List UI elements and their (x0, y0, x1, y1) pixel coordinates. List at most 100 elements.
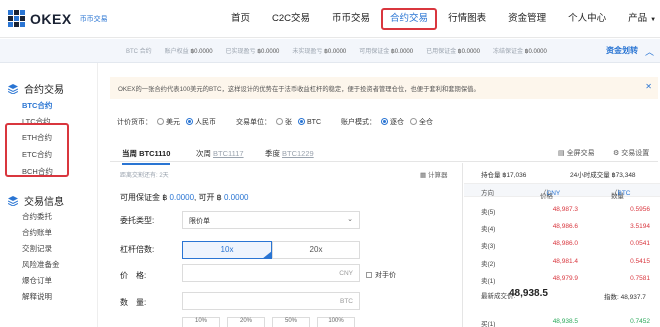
radio-checked-icon (186, 118, 193, 125)
chevron-down-icon: ⌄ (347, 216, 353, 223)
acct-frozen: 冻结保证金 ฿0.0000 (492, 49, 547, 55)
fullscreen-icon: ▤ (558, 150, 565, 157)
sidebar-section-futures: 合约交易 (7, 81, 64, 96)
ask-row[interactable]: 卖(2) 48,981.4 0.5415 (464, 255, 660, 270)
leverage-label: 杠杆倍数: (120, 245, 155, 254)
mode-isolated[interactable]: 逐仓 (381, 117, 404, 127)
notice-text: OKEX的一张合约代表100美元的BTC，这样设计的优势在于法币收益杠杆的稳定，… (118, 86, 480, 93)
nav-charts[interactable]: 行情图表 (437, 8, 497, 30)
calculator-button[interactable]: ▦ 计算器 (420, 169, 447, 179)
unit-btc[interactable]: BTC (298, 118, 321, 126)
radio-icon (157, 118, 164, 125)
brand-sub: 币币交易 (79, 16, 108, 23)
col-quantity: 数量（BTC） (611, 190, 631, 200)
acct-equity: 账户权益 ฿0.0000 (164, 49, 213, 55)
account-summary-bar: BTC 合约 账户权益 ฿0.0000 已实现盈亏 ฿0.0000 未实现盈亏 … (0, 39, 660, 63)
brand-name: OKEX (30, 11, 72, 27)
ask-row[interactable]: 卖(1) 48,979.9 0.7581 (464, 272, 660, 287)
leverage-20x[interactable]: 20x (272, 241, 360, 259)
top-header: OKEX 币币交易 首页 C2C交易 币币交易 合约交易 行情图表 资金管理 个… (0, 0, 660, 38)
gear-icon: ⚙ (613, 150, 620, 157)
notice-banner: OKEX的一张合约代表100美元的BTC，这样设计的优势在于法币收益杠杆的稳定，… (110, 77, 658, 99)
mode-label: 账户模式： (341, 119, 376, 126)
nav-c2c[interactable]: C2C交易 (261, 8, 321, 30)
chevron-down-icon: ▼ (650, 17, 657, 23)
selected-corner-icon (262, 251, 272, 259)
sidebar-item-help[interactable]: 解释说明 (22, 291, 52, 302)
peer-price-checkbox[interactable]: 对手价 (366, 270, 396, 280)
trade-options: 计价货币： 美元 人民币 交易单位： 张 BTC 账户模式： 逐仓 全仓 (117, 117, 439, 127)
price-input[interactable]: CNY (182, 264, 360, 282)
radio-checked-icon (381, 118, 388, 125)
tab-this-week[interactable]: 当周 BTC1110 (122, 148, 171, 165)
sidebar-item-liquidation[interactable]: 爆仓订单 (22, 275, 52, 286)
layers-icon (7, 195, 19, 207)
order-book: 持仓量 ฿17,036 24小时成交量 ฿73,348 方向 价格（CNY） 数… (464, 163, 660, 327)
pct-10[interactable]: 10% (182, 317, 220, 327)
sidebar-section-title: 合约交易 (24, 85, 64, 96)
pct-50[interactable]: 50% (272, 317, 310, 327)
volume-24h: 24小时成交量 ฿73,348 (570, 172, 636, 179)
currency-usd[interactable]: 美元 (157, 117, 180, 127)
acct-available: 可用保证金 ฿0.0000 (359, 49, 414, 55)
calculator-icon: ▦ (420, 172, 427, 179)
nav-account[interactable]: 个人中心 (557, 8, 617, 30)
sidebar: 合约交易 BTC合约 LTC合约 ETH合约 ETC合约 BCH合约 交易信息 … (0, 63, 98, 327)
delivery-countdown: 距离交割还有: 2天 (120, 173, 169, 179)
unit-contract[interactable]: 张 (276, 117, 292, 127)
unit-label: 交易单位： (236, 119, 271, 126)
okex-logo-icon (8, 10, 26, 28)
ask-row[interactable]: 卖(3) 48,986.0 0.0541 (464, 237, 660, 252)
nav-funds[interactable]: 资金管理 (497, 8, 557, 30)
available-margin: 可用保证金 ฿ 0.0000, 可开 ฿ 0.0000 (120, 193, 249, 202)
ask-row[interactable]: 卖(4) 48,986.6 3.5194 (464, 220, 660, 235)
tab-quarter[interactable]: 季度 BTC1229 (265, 148, 314, 159)
last-price: 48,938.5 (509, 288, 548, 299)
nav-home[interactable]: 首页 (220, 8, 261, 30)
order-form: 距离交割还有: 2天 ▦ 计算器 可用保证金 ฿ 0.0000, 可开 ฿ 0.… (110, 163, 463, 327)
order-type-label: 委托类型: (120, 216, 155, 225)
collapse-icon[interactable]: ︿ (645, 45, 654, 58)
checkbox-icon (366, 272, 372, 278)
sidebar-item-delivery[interactable]: 交割记录 (22, 243, 52, 254)
sidebar-item-reserve[interactable]: 风险准备金 (22, 259, 60, 270)
tab-next-week[interactable]: 次周 BTC1117 (196, 148, 244, 159)
radio-icon (276, 118, 283, 125)
col-direction: 方向 (481, 190, 494, 197)
close-icon[interactable]: ✕ (645, 82, 652, 91)
price-label: 价 格: (120, 271, 147, 280)
col-price: 价格（CNY） (540, 190, 561, 200)
layers-icon (7, 83, 19, 95)
contract-tabs: 当周 BTC1110 次周 BTC1117 季度 BTC1229 ▤ 全屏交易 ⚙ … (110, 143, 658, 165)
settings-button[interactable]: ⚙ 交易设置 (613, 148, 649, 158)
acct-realized: 已实现盈亏 ฿0.0000 (225, 49, 280, 55)
radio-checked-icon (298, 118, 305, 125)
acct-unrealized: 未实现盈亏 ฿0.0000 (292, 49, 347, 55)
acct-contract: BTC 合约 (126, 49, 152, 55)
bid-row[interactable]: 买(1) 48,938.5 0.7452 (464, 315, 660, 327)
nav-products[interactable]: 产品 ▼ (617, 8, 660, 30)
radio-icon (410, 118, 417, 125)
highlight-box (5, 123, 69, 177)
order-type-select[interactable]: 限价单 ⌄ (182, 211, 360, 229)
mode-cross[interactable]: 全仓 (410, 117, 433, 127)
currency-label: 计价货币： (117, 119, 152, 126)
sidebar-section-title: 交易信息 (24, 197, 64, 208)
logo[interactable]: OKEX 币币交易 (8, 10, 108, 28)
ask-row[interactable]: 卖(5) 48,987.3 0.5956 (464, 203, 660, 218)
nav-spot[interactable]: 币币交易 (321, 8, 381, 30)
sidebar-section-info: 交易信息 (7, 193, 64, 208)
quantity-label: 数 量: (120, 298, 147, 307)
sidebar-item-bills[interactable]: 合约账单 (22, 227, 52, 238)
pct-20[interactable]: 20% (227, 317, 265, 327)
currency-cny[interactable]: 人民币 (186, 117, 216, 127)
sidebar-item-orders[interactable]: 合约委托 (22, 211, 52, 222)
transfer-link[interactable]: 资金划转 (606, 45, 638, 56)
acct-used: 已用保证金 ฿0.0000 (426, 49, 480, 55)
leverage-10x[interactable]: 10x (182, 241, 272, 259)
pct-100[interactable]: 100% (317, 317, 355, 327)
nav-futures[interactable]: 合约交易 (381, 8, 438, 30)
quantity-input[interactable]: BTC (182, 292, 360, 310)
sidebar-item-btc[interactable]: BTC合约 (22, 100, 52, 111)
fullscreen-button[interactable]: ▤ 全屏交易 (558, 148, 595, 158)
